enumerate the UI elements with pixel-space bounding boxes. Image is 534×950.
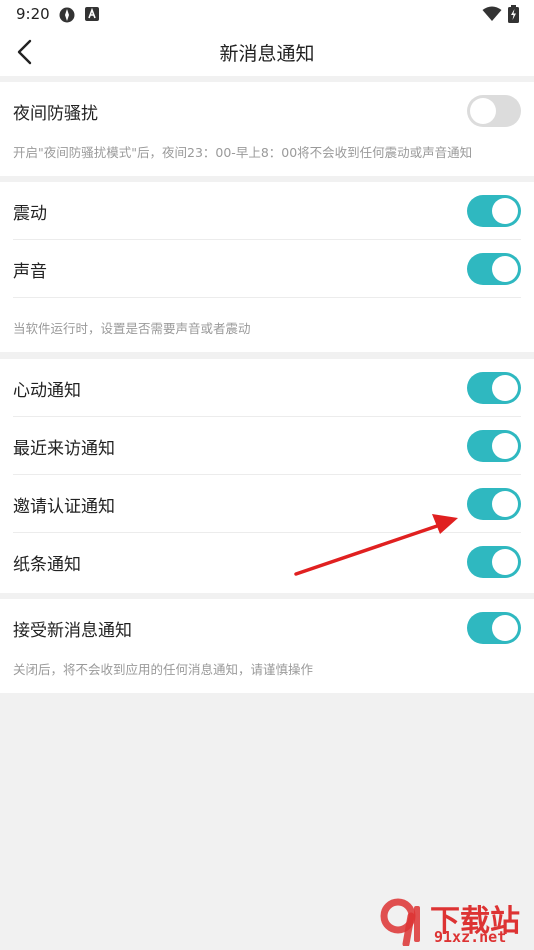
row-vibration[interactable]: 震动 xyxy=(0,182,534,240)
row-divider xyxy=(13,297,521,298)
status-time: 9:20 xyxy=(16,5,50,23)
sound-toggle[interactable] xyxy=(467,253,521,285)
status-bar: 9:20 xyxy=(0,0,534,28)
row-receive-new-message-notification[interactable]: 接受新消息通知 xyxy=(0,599,534,657)
receive-new-message-notification-toggle[interactable] xyxy=(467,612,521,644)
row-invite-verification-notification[interactable]: 邀请认证通知 xyxy=(0,475,534,533)
toggle-knob xyxy=(492,433,518,459)
row-label: 心动通知 xyxy=(13,381,81,401)
toggle-knob xyxy=(492,375,518,401)
toggle-knob xyxy=(492,549,518,575)
group-sound-vibration: 震动 声音 当软件运行时，设置是否需要声音或者震动 xyxy=(0,182,534,352)
app-bar: 新消息通知 xyxy=(0,28,534,76)
group-notification-types: 心动通知 最近来访通知 邀请认证通知 纸条通知 xyxy=(0,359,534,593)
row-night-do-not-disturb[interactable]: 夜间防骚扰 xyxy=(0,82,534,140)
row-label: 声音 xyxy=(13,262,47,282)
toggle-knob xyxy=(492,491,518,517)
vibration-toggle[interactable] xyxy=(467,195,521,227)
row-heartbeat-notification[interactable]: 心动通知 xyxy=(0,359,534,417)
toggle-knob xyxy=(492,615,518,641)
toggle-knob xyxy=(492,256,518,282)
row-note-notification[interactable]: 纸条通知 xyxy=(0,533,534,591)
page-title: 新消息通知 xyxy=(219,43,315,65)
watermark-url: 91xz.net xyxy=(434,928,507,946)
row-label: 夜间防骚扰 xyxy=(13,104,98,124)
invite-verification-notification-toggle[interactable] xyxy=(467,488,521,520)
toggle-knob xyxy=(492,198,518,224)
site-watermark-logo: 下载站 91xz.net xyxy=(378,896,528,946)
row-recent-visitor-notification[interactable]: 最近来访通知 xyxy=(0,417,534,475)
row-label: 邀请认证通知 xyxy=(13,497,115,517)
night-do-not-disturb-hint: 开启"夜间防骚扰模式"后，夜间23：00-早上8：00将不会收到任何震动或声音通… xyxy=(13,145,473,160)
watermark-emblem-icon xyxy=(380,898,420,946)
night-do-not-disturb-toggle[interactable] xyxy=(467,95,521,127)
app-notification-icon xyxy=(59,7,75,23)
row-label: 震动 xyxy=(13,204,47,224)
row-label: 纸条通知 xyxy=(13,555,81,575)
group-do-not-disturb: 夜间防骚扰 开启"夜间防骚扰模式"后，夜间23：00-早上8：00将不会收到任何… xyxy=(0,82,534,176)
receive-notifications-hint: 关闭后，将不会收到应用的任何消息通知，请谨慎操作 xyxy=(13,662,314,677)
recent-visitor-notification-toggle[interactable] xyxy=(467,430,521,462)
accessibility-notification-icon xyxy=(85,7,99,21)
row-label: 最近来访通知 xyxy=(13,439,115,459)
note-notification-toggle[interactable] xyxy=(467,546,521,578)
heartbeat-notification-toggle[interactable] xyxy=(467,372,521,404)
toggle-knob xyxy=(470,98,496,124)
sound-vibration-hint: 当软件运行时，设置是否需要声音或者震动 xyxy=(13,321,251,336)
row-label: 接受新消息通知 xyxy=(13,621,132,641)
row-sound[interactable]: 声音 xyxy=(0,240,534,298)
group-receive-notifications: 接受新消息通知 关闭后，将不会收到应用的任何消息通知，请谨慎操作 xyxy=(0,599,534,693)
wifi-icon xyxy=(482,6,502,21)
battery-charging-icon xyxy=(508,5,519,23)
